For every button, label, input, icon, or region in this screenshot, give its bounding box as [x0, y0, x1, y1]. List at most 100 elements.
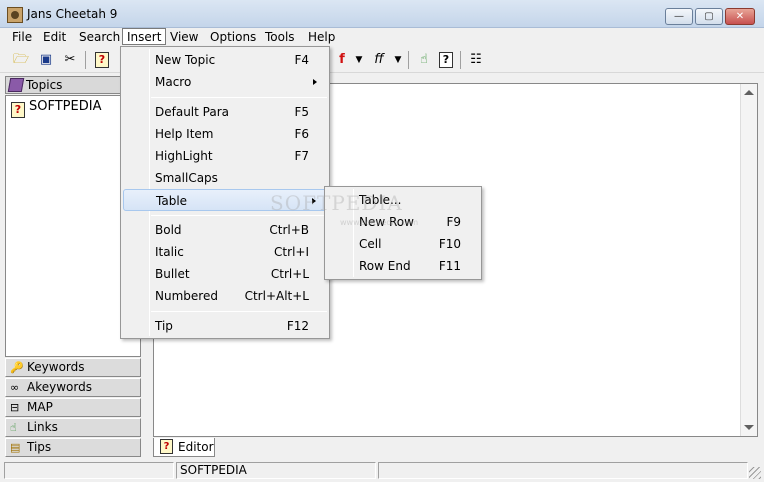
status-cell — [378, 462, 748, 479]
menu-item-bold[interactable]: Bold Ctrl+B — [123, 219, 327, 241]
menu-item-label: Tip — [155, 319, 173, 333]
toolbar-separator — [85, 51, 86, 69]
menu-item-label: Cell — [359, 237, 382, 251]
toolbar: 🗁 ▣ ✂ ? f ▼ ff ▼ ☝ ? ☷ — [0, 47, 764, 73]
menu-item-shortcut: Ctrl+I — [274, 245, 309, 259]
tab-editor[interactable]: ? Editor — [153, 438, 215, 457]
menu-item-shortcut: Ctrl+B — [269, 223, 309, 237]
nav-tips[interactable]: ▤ Tips — [5, 438, 141, 457]
watermark: SOFTPEDIA — [270, 191, 403, 215]
nav-akeywords-label: Akeywords — [27, 380, 92, 394]
menu-item-label: Bold — [155, 223, 182, 237]
help-icon: ? — [160, 439, 173, 454]
menu-item-smallcaps[interactable]: SmallCaps — [123, 167, 327, 189]
menu-item-shortcut: F6 — [294, 127, 309, 141]
nav-akeywords[interactable]: ∞ Akeywords — [5, 378, 141, 397]
menu-item-label: Table — [156, 194, 188, 208]
vertical-scrollbar[interactable] — [740, 84, 757, 436]
maximize-button[interactable]: ▢ — [695, 8, 723, 25]
nav-map[interactable]: ⊟ MAP — [5, 398, 141, 417]
menu-item-shortcut: F9 — [446, 215, 461, 229]
menu-item-label: New Topic — [155, 53, 216, 67]
menu-item-label: Bullet — [155, 267, 190, 281]
menu-item-label: Numbered — [155, 289, 218, 303]
nav-keywords[interactable]: 🔑 Keywords — [5, 358, 141, 377]
menu-item-shortcut: F7 — [294, 149, 309, 163]
title-bar: Jans Cheetah 9 — ▢ ✕ — [0, 0, 764, 28]
menu-bar: File Edit Search Insert View Options Too… — [0, 28, 764, 47]
minimize-button[interactable]: — — [665, 8, 693, 25]
tab-editor-label: Editor — [178, 440, 214, 454]
nav-links[interactable]: ☝ Links — [5, 418, 141, 437]
hand-icon[interactable]: ☝ — [415, 51, 433, 69]
key-icon: 🔑 — [10, 361, 24, 374]
menu-item-macro[interactable]: Macro — [123, 71, 327, 93]
menu-item-cell[interactable]: Cell F10 — [327, 233, 479, 255]
nav-links-label: Links — [27, 420, 58, 434]
scroll-down-icon[interactable] — [744, 425, 754, 430]
map-icon: ⊟ — [10, 401, 20, 414]
app-icon — [7, 7, 23, 23]
status-bar: SOFTPEDIA — [0, 460, 764, 482]
nav-map-label: MAP — [27, 400, 53, 414]
menu-item-highlight[interactable]: HighLight F7 — [123, 145, 327, 167]
topic-icon: ? — [11, 102, 25, 118]
menu-item-shortcut: F4 — [294, 53, 309, 67]
menu-item-italic[interactable]: Italic Ctrl+I — [123, 241, 327, 263]
menu-item-shortcut: F11 — [438, 259, 461, 273]
status-cell — [4, 462, 174, 479]
close-button[interactable]: ✕ — [725, 8, 755, 25]
hand-icon: ☝ — [10, 421, 17, 434]
submenu-arrow-icon — [313, 79, 317, 85]
menu-file[interactable]: File — [8, 29, 36, 46]
menu-item-default-para[interactable]: Default Para F5 — [123, 101, 327, 123]
menu-item-tip[interactable]: Tip F12 — [123, 315, 327, 337]
menu-item-label: Italic — [155, 245, 184, 259]
nav-tips-label: Tips — [27, 440, 52, 454]
help-topic-icon[interactable]: ? — [93, 51, 111, 69]
resize-grip[interactable] — [749, 467, 761, 479]
nav-keywords-label: Keywords — [27, 360, 85, 374]
menu-view[interactable]: View — [166, 29, 202, 46]
list-item[interactable]: ? SOFTPEDIA — [11, 99, 101, 118]
topics-header-label: Topics — [26, 78, 63, 92]
menu-item-label: Macro — [155, 75, 192, 89]
menu-item-help-item[interactable]: Help Item F6 — [123, 123, 327, 145]
menu-help[interactable]: Help — [304, 29, 339, 46]
window-title: Jans Cheetah 9 — [27, 7, 118, 21]
menu-item-label: Row End — [359, 259, 411, 273]
menu-insert[interactable]: Insert — [122, 28, 167, 45]
scroll-up-icon[interactable] — [744, 90, 754, 95]
save-icon[interactable]: ▣ — [37, 51, 55, 69]
toolbar-separator — [460, 51, 461, 69]
menu-options[interactable]: Options — [206, 29, 260, 46]
menu-item-shortcut: F12 — [286, 319, 309, 333]
menu-item-shortcut: Ctrl+Alt+L — [244, 289, 309, 303]
topic-label: SOFTPEDIA — [29, 99, 102, 114]
open-icon[interactable]: 🗁 — [12, 51, 30, 69]
menu-item-label: HighLight — [155, 149, 213, 163]
menu-item-shortcut: F5 — [294, 105, 309, 119]
menu-item-bullet[interactable]: Bullet Ctrl+L — [123, 263, 327, 285]
status-cell: SOFTPEDIA — [176, 462, 376, 479]
menu-search[interactable]: Search — [75, 29, 124, 46]
properties-icon[interactable]: ☷ — [467, 51, 485, 69]
menu-item-shortcut: F10 — [438, 237, 461, 251]
menu-item-label: Help Item — [155, 127, 214, 141]
link-icon: ∞ — [10, 381, 20, 394]
font-color-icon[interactable]: f — [333, 51, 351, 69]
menu-item-new-topic[interactable]: New Topic F4 — [123, 49, 327, 71]
chevron-down-icon[interactable]: ▼ — [389, 51, 407, 69]
menu-separator — [151, 311, 327, 312]
font-icon[interactable]: ff — [370, 51, 388, 69]
menu-separator — [151, 215, 327, 216]
menu-separator — [151, 97, 327, 98]
help-icon[interactable]: ? — [437, 51, 455, 69]
menu-edit[interactable]: Edit — [39, 29, 70, 46]
cut-icon[interactable]: ✂ — [61, 51, 79, 69]
menu-item-numbered[interactable]: Numbered Ctrl+Alt+L — [123, 285, 327, 307]
chevron-down-icon[interactable]: ▼ — [350, 51, 368, 69]
menu-item-row-end[interactable]: Row End F11 — [327, 255, 479, 277]
menu-tools[interactable]: Tools — [261, 29, 299, 46]
menu-item-label: Default Para — [155, 105, 229, 119]
